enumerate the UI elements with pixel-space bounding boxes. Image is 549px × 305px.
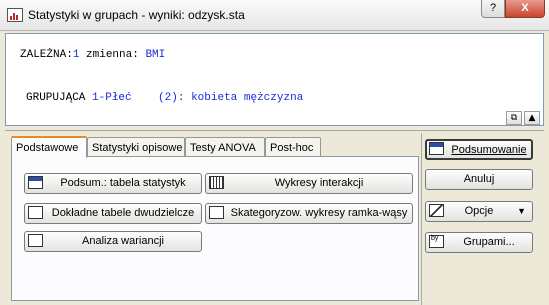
grouping-variable-line: GRUPUJĄCA 1-Płeć (2): kobieta mężczyzna [26,92,303,104]
detailed-tables-button[interactable]: Dokładne tabele dwudzielcze [24,203,202,224]
grouping-index: 1-Płeć [92,92,132,104]
divider [5,130,544,131]
dependent-text: zmienna: [79,49,146,61]
dropdown-arrow-icon: ▼ [517,206,526,216]
summary-button[interactable]: Podsumowanie [425,139,533,160]
tab-testy-anova[interactable]: Testy ANOVA [185,137,265,157]
tab-page-podstawowe: Podsum.: tabela statystyk Wykresy intera… [11,156,419,301]
close-button[interactable]: X [505,0,545,18]
tab-statystyki-opisowe[interactable]: Statystyki opisowe [87,137,185,157]
box-plots-button[interactable]: Skategoryzow. wykresy ramka-wąsy [205,203,413,224]
dependent-variable-line: ZALEŻNA:1 zmienna: BMI [20,49,165,61]
copy-icon[interactable]: ⧉ [506,111,522,125]
grouping-count: (2): [158,92,185,104]
dependent-label: ZALEŻNA: [20,49,73,61]
variables-panel[interactable]: ZALEŻNA:1 zmienna: BMI GRUPUJĄCA 1-Płeć … [5,33,544,126]
sidebar-separator [421,133,422,305]
collapse-arrow-icon[interactable]: ▲ [524,111,540,125]
tab-post-hoc[interactable]: Post-hoc [265,137,321,157]
options-button[interactable]: Opcje ▼ [425,201,533,222]
title-bar[interactable]: Statystyki w grupach - wyniki: odzysk.st… [0,0,549,31]
cancel-button[interactable]: Anuluj [425,169,533,190]
summary-table-button[interactable]: Podsum.: tabela statystyk [24,173,202,194]
app-chart-icon [7,8,23,22]
help-button[interactable]: ? [481,0,505,18]
grouping-label: GRUPUJĄCA [26,92,86,104]
by-groups-button[interactable]: by Grupami... [425,232,533,253]
interaction-plots-button[interactable]: Wykresy interakcji [205,173,413,194]
anova-button[interactable]: Analiza wariancji [24,231,202,252]
window-title: Statystyki w grupach - wyniki: odzysk.st… [28,8,245,22]
dialog-window: Statystyki w grupach - wyniki: odzysk.st… [0,0,549,305]
tab-podstawowe[interactable]: Podstawowe [11,136,87,158]
dependent-value: BMI [145,49,166,61]
grouping-value: kobieta mężczyzna [191,92,304,104]
